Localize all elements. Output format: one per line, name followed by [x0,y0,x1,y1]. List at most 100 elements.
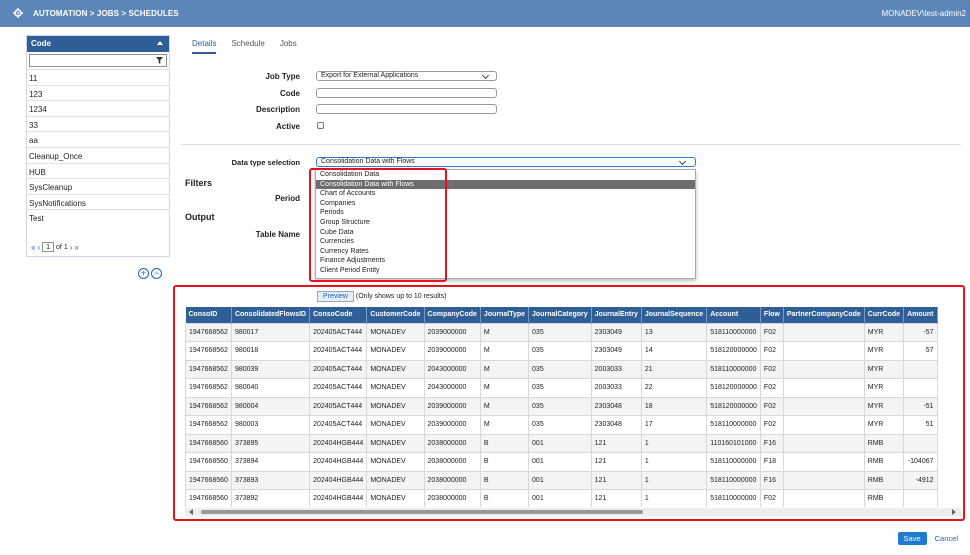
table-cell: 035 [528,396,592,416]
table-cell [782,470,865,490]
table-cell: 2303049 [590,341,642,361]
column-header[interactable]: ConsoID [185,307,232,323]
table-cell: RMB [863,489,905,507]
dropdown-option[interactable]: Cube Data [316,228,695,238]
remove-icon[interactable]: − [151,268,162,279]
table-cell: 373895 [230,433,311,453]
table-cell: 1947668560 [185,470,232,490]
save-button[interactable]: Save [897,532,927,545]
list-item[interactable]: 33 [27,115,169,132]
divider [181,144,961,145]
tab-jobs[interactable]: Jobs [280,39,297,54]
column-header[interactable]: JournalType [480,307,530,323]
table-cell: F02 [759,359,784,379]
horizontal-scrollbar[interactable] [185,508,962,516]
dropdown-option[interactable]: Chart of Accounts [316,189,695,199]
list-item[interactable]: 11 [27,69,169,85]
table-cell: 57 [903,341,938,361]
table-cell: 121 [590,470,642,490]
sort-asc-icon[interactable] [157,41,163,45]
table-cell: M [479,322,530,342]
column-header[interactable]: Flow [760,307,784,323]
table-cell: 110160101000 [706,433,761,453]
preview-button[interactable]: Preview [317,291,354,302]
dropdown-option[interactable]: Consolidation Data with Flows [316,179,695,190]
user-name[interactable]: MONADEV\test-admin2 [882,9,966,18]
table-cell: 121 [590,452,642,472]
table-cell: RMB [863,470,905,490]
dropdown-option[interactable]: Client Period Entity [316,266,695,276]
table-cell: 202404HGB444 [309,470,368,490]
scroll-left-icon[interactable] [189,509,193,515]
list-item[interactable]: SysNotifications [27,193,169,210]
active-checkbox[interactable] [317,122,324,129]
breadcrumb[interactable]: AUTOMATION > JOBS > SCHEDULES [33,9,179,18]
list-item[interactable]: aa [27,131,169,147]
code-filter-input[interactable] [29,54,167,67]
table-cell: MYR [863,322,905,342]
column-header[interactable]: JournalEntry [591,307,642,323]
description-field[interactable] [316,104,497,114]
table-cell: 202405ACT444 [309,359,368,379]
list-item[interactable]: Cleanup_Once [27,146,169,163]
table-cell [903,359,938,379]
code-field[interactable] [316,88,497,98]
column-header[interactable]: Account [706,307,761,323]
list-item[interactable]: SysCleanup [27,178,169,194]
column-header[interactable]: ConsolidatedFlowsID [231,307,311,323]
table-cell: 518120000000 [706,396,761,416]
tab-schedule[interactable]: Schedule [231,39,264,54]
data-type-select[interactable]: Consolidation Data with Flows [316,157,696,167]
column-header[interactable]: CustomerCode [366,307,425,323]
table-cell: 518110000000 [706,415,761,435]
table-cell: 2303049 [590,322,642,342]
last-page-icon[interactable]: » [74,243,78,252]
column-header[interactable]: ConsoCode [309,307,368,323]
dropdown-option[interactable]: Periods [316,208,695,218]
column-header[interactable]: JournalSequence [641,307,708,323]
column-header[interactable]: CurrCode [864,307,905,323]
dropdown-option[interactable]: Currencies [316,237,695,247]
job-type-select[interactable]: Export for External Applications [316,71,497,81]
code-column-header[interactable]: Code [27,36,169,52]
page-number-input[interactable]: 1 [42,242,55,252]
first-page-icon[interactable]: « [31,243,35,252]
table-cell: MONADEV [366,415,425,435]
table-cell: 2043000000 [423,359,481,379]
add-icon[interactable]: + [138,268,149,279]
dropdown-option[interactable]: Consolidation Data [316,170,695,180]
list-item[interactable]: HUB [27,162,169,179]
list-item[interactable]: Test [27,209,169,225]
table-cell: MONADEV [366,359,425,379]
table-row: 1947668560 373895 202404HGB444 MONADEV 20380… [185,433,938,453]
dropdown-option[interactable]: Group Structure [316,218,695,228]
list-item[interactable]: 123 [27,84,169,101]
dropdown-option[interactable]: Companies [316,199,695,209]
scroll-right-icon[interactable] [952,509,956,515]
next-page-icon[interactable]: › [70,243,73,252]
table-cell: 2039000000 [423,322,481,342]
filter-icon[interactable] [156,57,163,64]
table-cell: 1947668562 [185,359,232,379]
column-header[interactable]: PartnerCompanyCode [783,307,865,323]
list-item[interactable]: 1234 [27,100,169,116]
table-cell: 373894 [230,452,311,472]
dropdown-option[interactable]: Finance Adjustments [316,256,695,266]
tab-details[interactable]: Details [192,39,217,54]
column-header[interactable]: JournalCategory [528,307,592,323]
table-cell: 518120000000 [706,378,761,398]
table-cell: MYR [863,396,905,416]
table-cell: -51 [903,396,938,416]
table-cell: 121 [590,433,642,453]
prev-page-icon[interactable]: ‹ [37,243,40,252]
column-header[interactable]: CompanyCode [424,307,481,323]
table-cell: B [479,489,530,507]
column-header[interactable]: Amount [903,307,938,323]
table-cell: MYR [863,378,905,398]
scrollbar-thumb[interactable] [201,510,643,514]
preview-table-container[interactable]: ConsoID ConsolidatedFlowsID ConsoCode Custo… [185,307,962,507]
dropdown-option[interactable]: Currency Rates [316,247,695,257]
cancel-button[interactable]: Cancel [935,534,958,543]
code-label: Code [280,89,300,98]
table-cell: 1 [640,452,708,472]
